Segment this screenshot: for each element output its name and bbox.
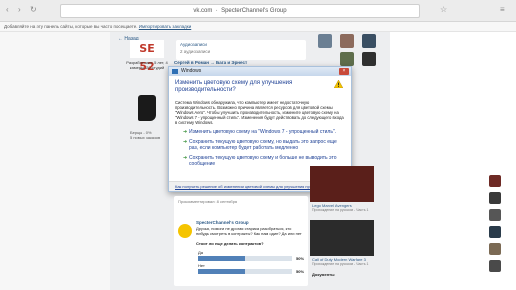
video-subtitle: Прохождение на русском - Часть 1 <box>312 262 369 266</box>
bookmarks-bar: Добавляйте на эту панель сайты, которые … <box>0 22 516 32</box>
poll-fill <box>198 256 245 261</box>
video-thumbnail[interactable] <box>310 166 374 202</box>
group-avatar[interactable] <box>178 224 192 238</box>
video-thumb[interactable] <box>489 226 501 238</box>
forward-arrow-icon[interactable]: › <box>18 6 26 14</box>
audio-block: Аудиозаписи 2 аудиозаписи <box>176 40 306 60</box>
ad-text: Разработчики: 5 лет, 4 камеры, 20 студий <box>126 60 168 70</box>
video-thumb[interactable] <box>489 192 501 204</box>
tab-title: SpecterChannel's Group <box>221 8 287 14</box>
green-arrow-icon: ➜ <box>183 155 188 161</box>
post-header[interactable]: Сергей в Роман → Бага и Эрнест <box>174 60 247 65</box>
audio-count: 2 аудиозаписи <box>180 49 211 54</box>
browser-toolbar: ‹ › ↻ vk.com · SpecterChannel's Group ☆ … <box>0 0 516 22</box>
bookmarks-hint: Добавляйте на эту панель сайты, которые … <box>4 24 138 29</box>
ad-caption: Берцы - 0% 5 новых заказов <box>130 130 160 140</box>
warning-icon <box>334 80 343 88</box>
poll-option-label: Да <box>198 250 203 255</box>
option-switch-basic[interactable]: ➜ Изменить цветовую схему на "Windows 7 … <box>175 129 345 135</box>
video-subtitle: Прохождение на русском - Часть 1 <box>312 208 369 212</box>
avatar[interactable] <box>362 52 376 66</box>
audio-label[interactable]: Аудиозаписи <box>176 40 306 49</box>
dialog-titlebar: Windows × <box>169 67 351 76</box>
dialog-description: Система Windows обнаружила, что компьюте… <box>175 100 344 125</box>
import-bookmarks-link[interactable]: Импортировать закладки <box>139 24 191 29</box>
poll-option-bar[interactable] <box>198 269 292 274</box>
green-arrow-icon: ➜ <box>183 139 188 145</box>
boot-image[interactable] <box>138 95 156 121</box>
avatar[interactable] <box>340 34 354 48</box>
post-footer: Прокомментировал: 8 сентября <box>178 199 238 204</box>
poll-question: Стоит ли еще делать контрактов? <box>196 241 264 246</box>
dialog-header: Изменить цветовую схему для улучшения пр… <box>169 76 351 98</box>
option-keep-ask-again[interactable]: ➜ Сохранить текущую цветовую схему, но в… <box>175 139 345 151</box>
dialog-heading: Изменить цветовую схему для улучшения пр… <box>175 80 293 93</box>
video-thumb[interactable] <box>489 260 501 272</box>
address-bar[interactable]: vk.com · SpecterChannel's Group <box>60 4 420 18</box>
option-label: Изменить цветовую схему на "Windows 7 - … <box>189 129 337 135</box>
windows-logo-icon <box>172 69 178 74</box>
poll-percent: 50% <box>296 269 305 274</box>
close-button[interactable]: × <box>339 68 349 75</box>
avatar[interactable] <box>362 34 376 48</box>
video-thumb[interactable] <box>489 243 501 255</box>
poll-option-bar[interactable] <box>198 256 292 261</box>
green-arrow-icon: ➜ <box>183 129 188 135</box>
menu-icon[interactable]: ≡ <box>500 6 508 14</box>
dialog-window-title: Windows <box>181 68 202 74</box>
left-sidebar <box>0 32 110 290</box>
reload-icon[interactable]: ↻ <box>30 6 38 14</box>
post-author[interactable]: SpecterChannel's Group <box>196 220 249 225</box>
poll-percent: 50% <box>296 256 305 261</box>
boot-sub: 5 новых заказов <box>130 135 161 140</box>
video-thumb[interactable] <box>489 175 501 187</box>
poll-option-label: Нет <box>198 263 205 268</box>
video-thumbnail[interactable] <box>310 220 374 256</box>
url-text: vk.com <box>193 8 213 14</box>
section-label[interactable]: Документы <box>312 272 335 277</box>
avatar[interactable] <box>340 52 354 66</box>
post-text: Друзья, помоги не дрогая старика разобра… <box>196 226 302 236</box>
avatar[interactable] <box>318 34 332 48</box>
ad-logo[interactable]: SE 52 <box>130 40 164 73</box>
star-icon[interactable]: ☆ <box>440 6 448 14</box>
option-label: Сохранить текущую цветовую схему, но выд… <box>189 139 337 151</box>
dialog-body: Система Windows обнаружила, что компьюте… <box>169 98 351 167</box>
video-thumb[interactable] <box>489 209 501 221</box>
poll-fill <box>198 269 245 274</box>
back-arrow-icon[interactable]: ‹ <box>6 6 14 14</box>
